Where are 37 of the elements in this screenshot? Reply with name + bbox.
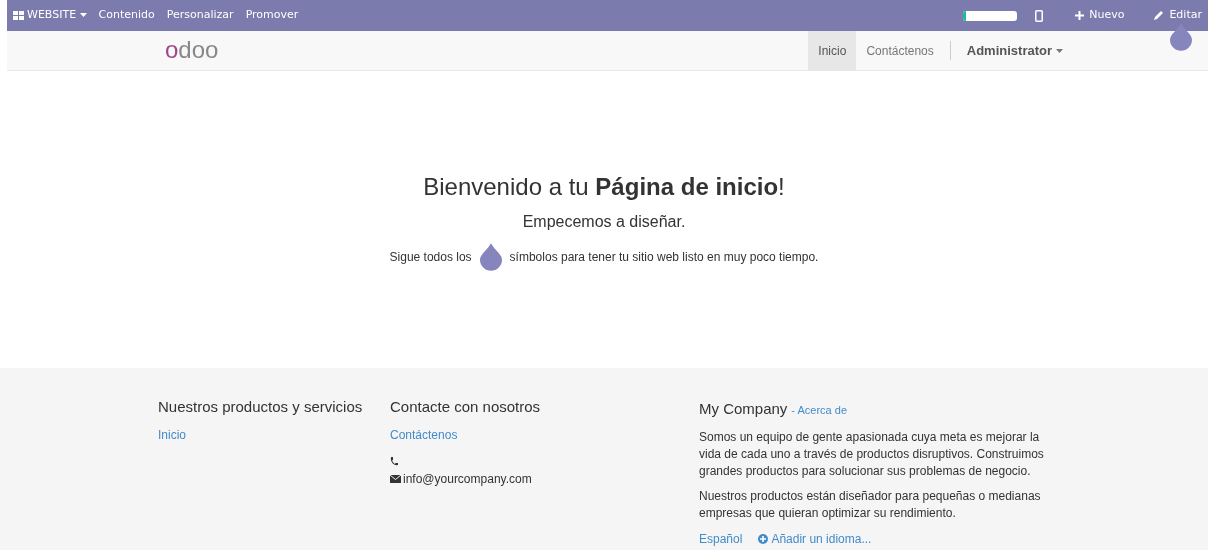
footer-link[interactable]: Inicio [158,426,390,444]
hero-subtitle: Empecemos a diseñar. [521,211,687,231]
email-text: info@yourcompany.com [403,471,532,488]
plus-circle-icon [758,533,769,544]
envelope-icon [390,475,401,483]
mobile-icon[interactable] [1035,9,1044,22]
menu-item[interactable]: Contenido [92,7,161,24]
edit-button[interactable]: Editar [1148,7,1208,24]
caret-icon [1056,48,1063,53]
hint-drop-icon [1170,23,1192,51]
language-link[interactable]: Español [699,529,743,548]
footer-heading: Nuestros productos y servicios [158,398,364,416]
hint-drop-icon [479,243,502,271]
menu-item[interactable]: Personalizar [160,7,240,24]
footer-heading: My Company [699,399,788,419]
about-link[interactable]: - Acerca de [791,402,847,419]
new-button[interactable]: Nuevo [1069,7,1131,24]
footer-heading: Contacte con nosotros [390,398,542,416]
footer-link[interactable]: Contáctenos [390,426,699,444]
plus-icon [1075,10,1085,20]
grid-icon [13,10,24,20]
pencil-icon [1154,10,1165,21]
add-language-link[interactable]: Añadir un idioma... [758,529,872,548]
hint-text: símbolos para tener tu sitio web listo en muy poco tiempo. [509,249,819,266]
app-menu[interactable]: WEBSITE [7,7,93,24]
menu-item[interactable]: Promover [239,7,305,24]
nav-link[interactable]: Inicio [808,31,857,70]
user-menu[interactable]: Administrator [956,31,1073,70]
company-paragraph: Nuestros productos están diseñador para pequeñas o medianas empresas que quieran optimizar su rendimiento. [699,487,1042,522]
phone-icon [390,457,398,467]
nav-link[interactable]: Contáctenos [856,31,944,70]
hint-text: Sigue todos los [389,249,472,266]
progress-bar [963,10,1018,21]
hero-title: Bienvenido a tu Página de inicio! [422,173,786,202]
logo: odoo [164,35,219,65]
company-paragraph: Somos un equipo de gente apasionada cuya meta es mejorar la vida de cada uno a través de productos disruptivos. Construimos grandes productos para solucionar sus problemas de negocio. [699,428,1045,480]
caret-icon [79,13,87,18]
